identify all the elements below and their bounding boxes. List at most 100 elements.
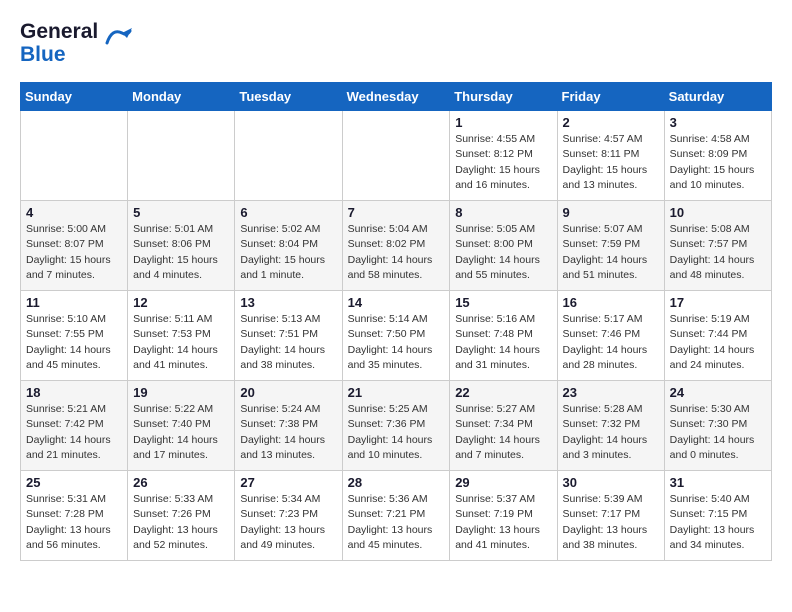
day-info: Sunrise: 5:28 AM Sunset: 7:32 PM Dayligh… — [563, 402, 659, 463]
calendar-cell: 4 Sunrise: 5:00 AM Sunset: 8:07 PM Daylig… — [21, 201, 128, 291]
logo: General Blue — [20, 20, 132, 66]
calendar-cell: 19 Sunrise: 5:22 AM Sunset: 7:40 PM Dayli… — [128, 381, 235, 471]
day-info: Sunrise: 4:55 AM Sunset: 8:12 PM Dayligh… — [455, 132, 551, 193]
day-number: 4 — [26, 205, 122, 220]
day-number: 30 — [563, 475, 659, 490]
page-header: General Blue — [20, 20, 772, 66]
day-number: 23 — [563, 385, 659, 400]
day-number: 8 — [455, 205, 551, 220]
column-header-saturday: Saturday — [664, 83, 771, 111]
day-number: 29 — [455, 475, 551, 490]
day-info: Sunrise: 5:16 AM Sunset: 7:48 PM Dayligh… — [455, 312, 551, 373]
day-info: Sunrise: 5:33 AM Sunset: 7:26 PM Dayligh… — [133, 492, 229, 553]
day-info: Sunrise: 5:24 AM Sunset: 7:38 PM Dayligh… — [240, 402, 336, 463]
calendar-cell: 8 Sunrise: 5:05 AM Sunset: 8:00 PM Daylig… — [450, 201, 557, 291]
calendar-cell: 3 Sunrise: 4:58 AM Sunset: 8:09 PM Daylig… — [664, 111, 771, 201]
day-info: Sunrise: 5:04 AM Sunset: 8:02 PM Dayligh… — [348, 222, 445, 283]
calendar-cell: 9Sunrise: 5:07 AM Sunset: 7:59 PM Daylig… — [557, 201, 664, 291]
day-number: 11 — [26, 295, 122, 310]
day-number: 10 — [670, 205, 766, 220]
day-info: Sunrise: 5:10 AM Sunset: 7:55 PM Dayligh… — [26, 312, 122, 373]
column-header-wednesday: Wednesday — [342, 83, 450, 111]
day-info: Sunrise: 5:13 AM Sunset: 7:51 PM Dayligh… — [240, 312, 336, 373]
calendar-cell: 22 Sunrise: 5:27 AM Sunset: 7:34 PM Dayli… — [450, 381, 557, 471]
day-number: 27 — [240, 475, 336, 490]
calendar-cell — [235, 111, 342, 201]
week-row-4: 18Sunrise: 5:21 AM Sunset: 7:42 PM Dayli… — [21, 381, 772, 471]
day-number: 14 — [348, 295, 445, 310]
day-info: Sunrise: 5:34 AM Sunset: 7:23 PM Dayligh… — [240, 492, 336, 553]
day-number: 19 — [133, 385, 229, 400]
calendar-cell: 1 Sunrise: 4:55 AM Sunset: 8:12 PM Daylig… — [450, 111, 557, 201]
day-info: Sunrise: 5:19 AM Sunset: 7:44 PM Dayligh… — [670, 312, 766, 373]
day-number: 16 — [563, 295, 659, 310]
calendar-cell: 21Sunrise: 5:25 AM Sunset: 7:36 PM Dayli… — [342, 381, 450, 471]
day-info: Sunrise: 5:22 AM Sunset: 7:40 PM Dayligh… — [133, 402, 229, 463]
calendar-cell: 23 Sunrise: 5:28 AM Sunset: 7:32 PM Dayli… — [557, 381, 664, 471]
calendar-cell — [128, 111, 235, 201]
day-info: Sunrise: 5:25 AM Sunset: 7:36 PM Dayligh… — [348, 402, 445, 463]
week-row-1: 1 Sunrise: 4:55 AM Sunset: 8:12 PM Daylig… — [21, 111, 772, 201]
calendar-cell: 7Sunrise: 5:04 AM Sunset: 8:02 PM Daylig… — [342, 201, 450, 291]
calendar-cell: 24 Sunrise: 5:30 AM Sunset: 7:30 PM Dayli… — [664, 381, 771, 471]
week-row-2: 4 Sunrise: 5:00 AM Sunset: 8:07 PM Daylig… — [21, 201, 772, 291]
calendar-cell: 17 Sunrise: 5:19 AM Sunset: 7:44 PM Dayli… — [664, 291, 771, 381]
day-info: Sunrise: 5:11 AM Sunset: 7:53 PM Dayligh… — [133, 312, 229, 373]
day-info: Sunrise: 5:14 AM Sunset: 7:50 PM Dayligh… — [348, 312, 445, 373]
day-number: 31 — [670, 475, 766, 490]
day-number: 3 — [670, 115, 766, 130]
calendar-cell: 15 Sunrise: 5:16 AM Sunset: 7:48 PM Dayli… — [450, 291, 557, 381]
logo-general-text: General — [20, 20, 98, 43]
calendar-cell: 20 Sunrise: 5:24 AM Sunset: 7:38 PM Dayli… — [235, 381, 342, 471]
day-number: 22 — [455, 385, 551, 400]
calendar-cell: 10 Sunrise: 5:08 AM Sunset: 7:57 PM Dayli… — [664, 201, 771, 291]
calendar-header-row: SundayMondayTuesdayWednesdayThursdayFrid… — [21, 83, 772, 111]
calendar-cell: 25 Sunrise: 5:31 AM Sunset: 7:28 PM Dayli… — [21, 471, 128, 561]
day-number: 1 — [455, 115, 551, 130]
calendar-cell: 31Sunrise: 5:40 AM Sunset: 7:15 PM Dayli… — [664, 471, 771, 561]
day-info: Sunrise: 5:07 AM Sunset: 7:59 PM Dayligh… — [563, 222, 659, 283]
column-header-monday: Monday — [128, 83, 235, 111]
day-number: 12 — [133, 295, 229, 310]
day-info: Sunrise: 5:31 AM Sunset: 7:28 PM Dayligh… — [26, 492, 122, 553]
calendar-cell: 27 Sunrise: 5:34 AM Sunset: 7:23 PM Dayli… — [235, 471, 342, 561]
day-info: Sunrise: 5:00 AM Sunset: 8:07 PM Dayligh… — [26, 222, 122, 283]
calendar-cell: 12 Sunrise: 5:11 AM Sunset: 7:53 PM Dayli… — [128, 291, 235, 381]
calendar-cell: 14 Sunrise: 5:14 AM Sunset: 7:50 PM Dayli… — [342, 291, 450, 381]
calendar-cell: 28 Sunrise: 5:36 AM Sunset: 7:21 PM Dayli… — [342, 471, 450, 561]
day-number: 6 — [240, 205, 336, 220]
logo-blue-text: Blue — [20, 43, 66, 66]
day-info: Sunrise: 5:36 AM Sunset: 7:21 PM Dayligh… — [348, 492, 445, 553]
column-header-thursday: Thursday — [450, 83, 557, 111]
day-info: Sunrise: 5:27 AM Sunset: 7:34 PM Dayligh… — [455, 402, 551, 463]
calendar-table: SundayMondayTuesdayWednesdayThursdayFrid… — [20, 82, 772, 561]
day-number: 5 — [133, 205, 229, 220]
day-info: Sunrise: 5:37 AM Sunset: 7:19 PM Dayligh… — [455, 492, 551, 553]
day-info: Sunrise: 5:21 AM Sunset: 7:42 PM Dayligh… — [26, 402, 122, 463]
day-info: Sunrise: 5:08 AM Sunset: 7:57 PM Dayligh… — [670, 222, 766, 283]
column-header-sunday: Sunday — [21, 83, 128, 111]
calendar-cell — [342, 111, 450, 201]
day-info: Sunrise: 5:01 AM Sunset: 8:06 PM Dayligh… — [133, 222, 229, 283]
calendar-cell: 5 Sunrise: 5:01 AM Sunset: 8:06 PM Daylig… — [128, 201, 235, 291]
day-number: 20 — [240, 385, 336, 400]
week-row-3: 11 Sunrise: 5:10 AM Sunset: 7:55 PM Dayli… — [21, 291, 772, 381]
calendar-cell: 11 Sunrise: 5:10 AM Sunset: 7:55 PM Dayli… — [21, 291, 128, 381]
calendar-cell: 16Sunrise: 5:17 AM Sunset: 7:46 PM Dayli… — [557, 291, 664, 381]
day-info: Sunrise: 4:57 AM Sunset: 8:11 PM Dayligh… — [563, 132, 659, 193]
logo-wave-icon — [102, 23, 132, 53]
day-number: 25 — [26, 475, 122, 490]
day-info: Sunrise: 5:05 AM Sunset: 8:00 PM Dayligh… — [455, 222, 551, 283]
day-info: Sunrise: 5:02 AM Sunset: 8:04 PM Dayligh… — [240, 222, 336, 283]
day-number: 13 — [240, 295, 336, 310]
calendar-cell: 6 Sunrise: 5:02 AM Sunset: 8:04 PM Daylig… — [235, 201, 342, 291]
day-number: 17 — [670, 295, 766, 310]
day-info: Sunrise: 4:58 AM Sunset: 8:09 PM Dayligh… — [670, 132, 766, 193]
column-header-friday: Friday — [557, 83, 664, 111]
day-info: Sunrise: 5:30 AM Sunset: 7:30 PM Dayligh… — [670, 402, 766, 463]
calendar-cell: 18Sunrise: 5:21 AM Sunset: 7:42 PM Dayli… — [21, 381, 128, 471]
calendar-cell: 13 Sunrise: 5:13 AM Sunset: 7:51 PM Dayli… — [235, 291, 342, 381]
day-number: 15 — [455, 295, 551, 310]
day-number: 24 — [670, 385, 766, 400]
day-number: 28 — [348, 475, 445, 490]
